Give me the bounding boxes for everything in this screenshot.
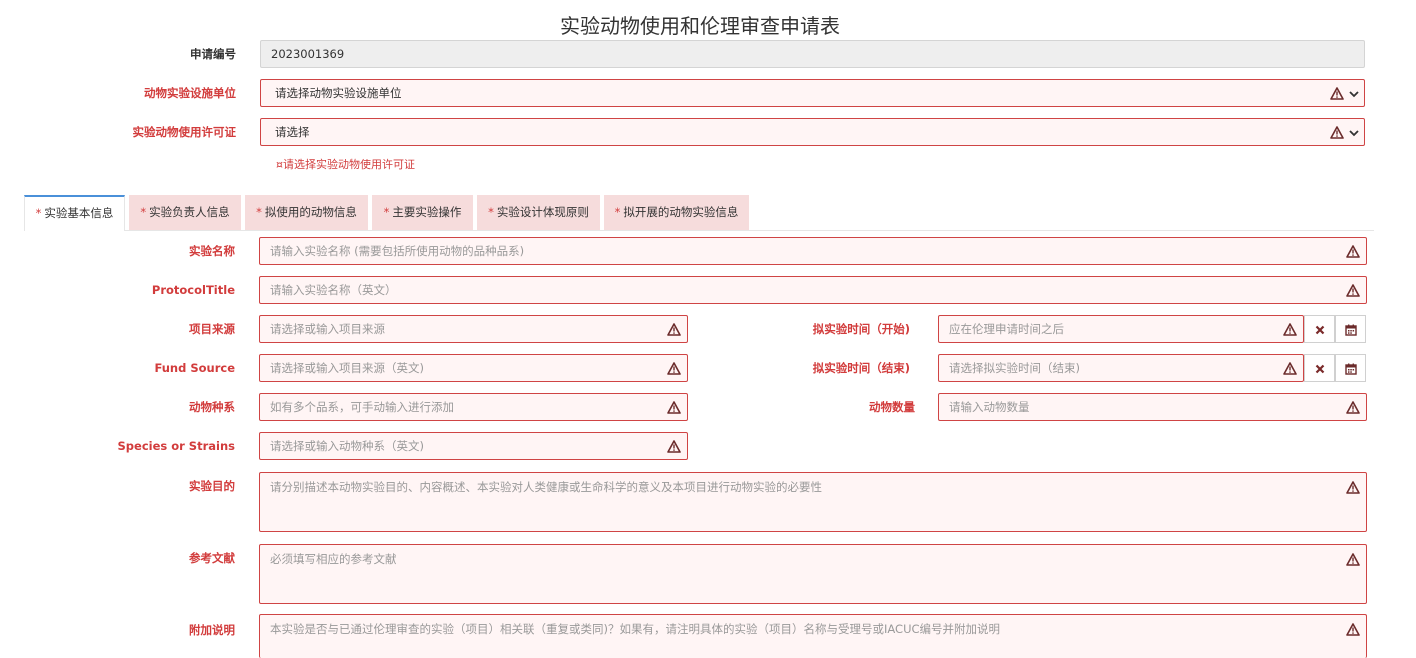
- species-en-placeholder: 请选择或输入动物种系（英文): [270, 439, 424, 453]
- app-no-value: 2023001369: [271, 47, 345, 61]
- facility-label: 动物实验设施单位: [144, 86, 236, 100]
- app-no-label: 申请编号: [190, 47, 236, 61]
- tab-label: 拟开展的动物实验信息: [623, 205, 739, 219]
- start-time-calendar-button[interactable]: [1335, 315, 1366, 343]
- tab-label: 主要实验操作: [392, 205, 462, 219]
- warning-triangle-icon: [1346, 623, 1360, 636]
- purpose-placeholder: 请分别描述本动物实验目的、内容概述、本实验对人类健康或生命科学的意义及本项目进行…: [270, 480, 822, 494]
- warning-triangle-icon: [1283, 362, 1297, 375]
- warning-triangle-icon: [667, 323, 681, 336]
- exp-name-input[interactable]: 请输入实验名称 (需要包括所使用动物的品种品系): [259, 237, 1367, 265]
- notes-placeholder: 本实验是否与已通过伦理审查的实验（项目）相关联（重复或类同)？如果有，请注明具体…: [270, 622, 1001, 636]
- license-label: 实验动物使用许可证: [132, 125, 237, 139]
- clear-x-icon: [1314, 363, 1326, 375]
- species-en-input[interactable]: 请选择或输入动物种系（英文): [259, 432, 688, 460]
- start-time-placeholder: 应在伦理申请时间之后: [949, 322, 1064, 336]
- required-star: *: [614, 205, 621, 219]
- purpose-textarea[interactable]: 请分别描述本动物实验目的、内容概述、本实验对人类健康或生命科学的意义及本项目进行…: [259, 472, 1367, 532]
- project-source-label: 项目来源: [189, 322, 235, 336]
- fund-source-label: Fund Source: [154, 361, 235, 375]
- species-placeholder: 如有多个品系，可手动输入进行添加: [270, 400, 454, 414]
- fund-source-placeholder: 请选择或输入项目来源（英文): [270, 361, 424, 375]
- species-input[interactable]: 如有多个品系，可手动输入进行添加: [259, 393, 688, 421]
- required-star: *: [383, 205, 390, 219]
- required-star: *: [256, 205, 262, 219]
- tab-planned-experiments[interactable]: * 拟开展的动物实验信息: [604, 195, 749, 230]
- tab-animal-info[interactable]: * 拟使用的动物信息: [245, 195, 368, 230]
- license-select[interactable]: 请选择: [260, 118, 1365, 146]
- facility-select-value: 请选择动物实验设施单位: [275, 86, 402, 100]
- animal-count-input[interactable]: 请输入动物数量: [938, 393, 1367, 421]
- fund-source-input[interactable]: 请选择或输入项目来源（英文): [259, 354, 688, 382]
- notes-textarea[interactable]: 本实验是否与已通过伦理审查的实验（项目）相关联（重复或类同)？如果有，请注明具体…: [259, 614, 1367, 658]
- clear-x-icon: [1314, 324, 1326, 336]
- tab-label: 实验设计体现原则: [496, 205, 589, 219]
- project-source-input[interactable]: 请选择或输入项目来源: [259, 315, 688, 343]
- license-error-hint: ¤请选择实验动物使用许可证: [276, 158, 415, 171]
- calendar-icon: [1345, 363, 1357, 375]
- page-title: 实验动物使用和伦理审查申请表: [560, 14, 840, 38]
- chevron-down-icon[interactable]: [1348, 127, 1360, 139]
- notes-label: 附加说明: [189, 623, 235, 637]
- protocol-title-placeholder: 请输入实验名称（英文）: [270, 283, 397, 297]
- app-no-field: 2023001369: [260, 40, 1365, 68]
- warning-triangle-icon: [667, 440, 681, 453]
- end-time-placeholder: 请选择拟实验时间（结束): [949, 361, 1080, 375]
- warning-triangle-icon: [1283, 323, 1297, 336]
- protocol-title-input[interactable]: 请输入实验名称（英文）: [259, 276, 1367, 304]
- chevron-down-icon[interactable]: [1348, 88, 1360, 100]
- tab-label: 实验基本信息: [44, 206, 114, 220]
- warning-triangle-icon: [1346, 284, 1360, 297]
- start-time-clear-button[interactable]: [1304, 315, 1335, 343]
- tab-basic-info[interactable]: * 实验基本信息: [24, 195, 125, 231]
- animal-count-placeholder: 请输入动物数量: [949, 400, 1030, 414]
- project-source-placeholder: 请选择或输入项目来源: [270, 322, 385, 336]
- end-time-label: 拟实验时间（结束): [812, 361, 910, 375]
- warning-triangle-icon: [1330, 87, 1344, 100]
- required-star: *: [488, 205, 494, 219]
- exp-name-label: 实验名称: [189, 244, 235, 258]
- references-textarea[interactable]: 必须填写相应的参考文献: [259, 544, 1367, 604]
- required-star: *: [140, 205, 147, 219]
- references-placeholder: 必须填写相应的参考文献: [270, 552, 397, 566]
- warning-triangle-icon: [1330, 126, 1344, 139]
- end-time-input[interactable]: 请选择拟实验时间（结束): [938, 354, 1304, 382]
- tab-label: 拟使用的动物信息: [264, 205, 357, 219]
- references-label: 参考文献: [189, 551, 235, 565]
- warning-triangle-icon: [667, 401, 681, 414]
- animal-count-label: 动物数量: [869, 400, 915, 414]
- protocol-title-label: ProtocolTitle: [151, 283, 235, 297]
- required-star: *: [35, 206, 42, 220]
- warning-triangle-icon: [1346, 481, 1360, 494]
- warning-triangle-icon: [667, 362, 681, 375]
- calendar-icon: [1345, 324, 1357, 336]
- tab-design-principles[interactable]: * 实验设计体现原则: [477, 195, 600, 230]
- tabs-divider: [24, 230, 1374, 231]
- tab-label: 实验负责人信息: [149, 205, 230, 219]
- facility-select[interactable]: 请选择动物实验设施单位: [260, 79, 1365, 107]
- purpose-label: 实验目的: [189, 479, 235, 493]
- license-select-value: 请选择: [275, 125, 310, 139]
- start-time-input[interactable]: 应在伦理申请时间之后: [938, 315, 1304, 343]
- species-label: 动物种系: [189, 400, 235, 414]
- species-en-label: Species or Strains: [117, 439, 235, 453]
- warning-triangle-icon: [1346, 245, 1360, 258]
- warning-triangle-icon: [1346, 401, 1360, 414]
- warning-triangle-icon: [1346, 553, 1360, 566]
- end-time-clear-button[interactable]: [1304, 354, 1335, 382]
- exp-name-placeholder: 请输入实验名称 (需要包括所使用动物的品种品系): [270, 244, 525, 258]
- tab-main-operations[interactable]: * 主要实验操作: [372, 195, 473, 230]
- tab-lead-info[interactable]: * 实验负责人信息: [129, 195, 241, 230]
- start-time-label: 拟实验时间（开始): [812, 322, 910, 336]
- end-time-calendar-button[interactable]: [1335, 354, 1366, 382]
